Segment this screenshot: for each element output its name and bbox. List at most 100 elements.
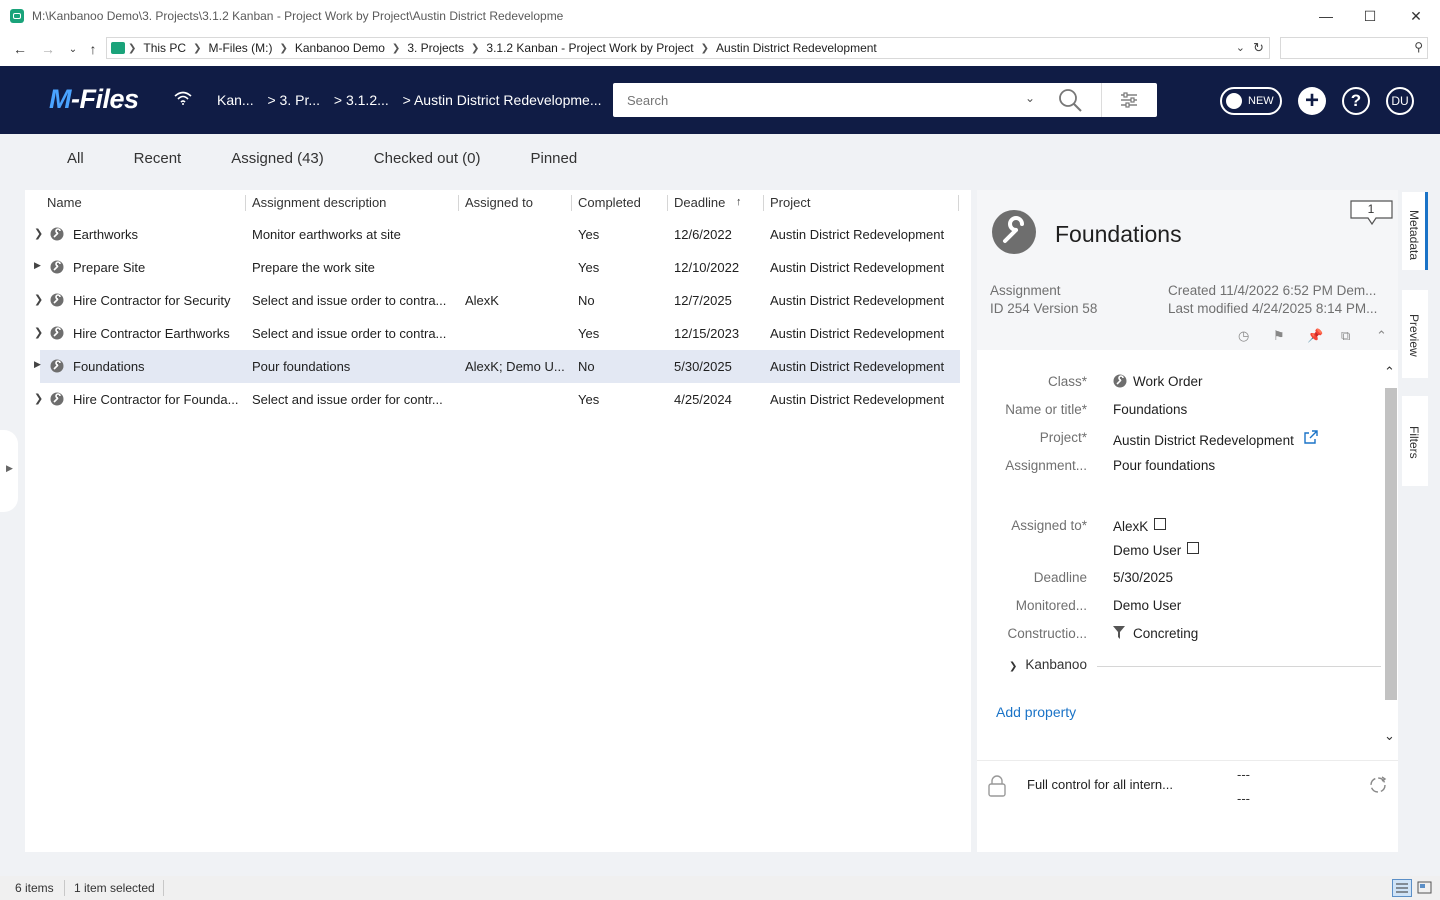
assignment-icon bbox=[50, 392, 64, 406]
forward-arrow-icon[interactable]: → bbox=[37, 38, 59, 60]
expand-chevron-icon[interactable]: ❯ bbox=[34, 293, 43, 306]
tab-recent[interactable]: Recent bbox=[134, 150, 182, 178]
tab-all[interactable]: All bbox=[67, 150, 84, 178]
scroll-down-icon[interactable]: ⌄ bbox=[1384, 728, 1395, 744]
header-crumb[interactable]: > 3. Pr... bbox=[267, 92, 320, 108]
address-crumb[interactable]: 3.1.2 Kanban - Project Work by Project bbox=[486, 41, 693, 55]
recent-dropdown-icon[interactable]: ⌄ bbox=[62, 38, 84, 60]
tab-pinned[interactable]: Pinned bbox=[531, 150, 578, 178]
explorer-search-input[interactable]: ⚲ bbox=[1280, 37, 1428, 59]
maximize-button[interactable]: ☐ bbox=[1347, 0, 1393, 32]
search-icon[interactable] bbox=[1057, 87, 1083, 113]
column-header-description[interactable]: Assignment description bbox=[252, 195, 386, 210]
property-value-monitored[interactable]: Demo User bbox=[1113, 598, 1181, 613]
table-row[interactable]: ❯ Hire Contractor Earthworks Select and … bbox=[34, 317, 960, 350]
property-group-kanbanoo[interactable]: ❯ Kanbanoo bbox=[1009, 657, 1087, 672]
header-crumb[interactable]: Kan... bbox=[217, 92, 254, 108]
close-button[interactable]: ✕ bbox=[1393, 0, 1439, 32]
column-header-deadline[interactable]: Deadline bbox=[674, 195, 725, 210]
tab-assigned[interactable]: Assigned (43) bbox=[231, 150, 324, 178]
workflow-icon[interactable] bbox=[1368, 775, 1388, 795]
property-value-name[interactable]: Foundations bbox=[1113, 402, 1187, 417]
comments-button[interactable]: 1 bbox=[1350, 200, 1394, 226]
row-assigned-to: AlexK; Demo U... bbox=[465, 359, 565, 374]
side-tab-metadata[interactable]: Metadata bbox=[1402, 192, 1428, 270]
row-project: Austin District Redevelopment bbox=[770, 227, 945, 242]
create-new-button[interactable]: + bbox=[1298, 87, 1326, 115]
window-titlebar: M:\Kanbanoo Demo\3. Projects\3.1.2 Kanba… bbox=[0, 0, 1440, 32]
property-value-assigned-to[interactable]: AlexK bbox=[1113, 518, 1167, 534]
property-value-assignment[interactable]: Pour foundations bbox=[1113, 458, 1215, 473]
external-link-icon[interactable] bbox=[1303, 430, 1318, 444]
history-icon[interactable]: ◷ bbox=[1238, 328, 1249, 344]
property-label: Constructio... bbox=[1007, 626, 1087, 641]
property-value-deadline[interactable]: 5/30/2025 bbox=[1113, 570, 1173, 585]
tab-checked-out[interactable]: Checked out (0) bbox=[374, 150, 481, 178]
details-view-icon[interactable] bbox=[1392, 879, 1412, 897]
property-value-construction[interactable]: Concreting bbox=[1113, 626, 1198, 641]
pin-icon[interactable]: 📌 bbox=[1307, 328, 1323, 344]
address-crumb[interactable]: 3. Projects bbox=[407, 41, 464, 55]
assignment-icon bbox=[50, 359, 64, 373]
preview-view-icon[interactable] bbox=[1415, 879, 1435, 897]
property-label: Monitored... bbox=[1015, 598, 1087, 613]
user-avatar[interactable]: DU bbox=[1386, 87, 1414, 115]
filter-settings-icon[interactable] bbox=[1120, 92, 1138, 108]
header-crumb[interactable]: > Austin District Redevelopme... bbox=[403, 92, 602, 108]
column-header-name[interactable]: Name bbox=[47, 195, 82, 210]
side-tab-filters[interactable]: Filters bbox=[1402, 396, 1428, 486]
help-button[interactable]: ? bbox=[1342, 87, 1370, 115]
row-description: Select and issue order to contra... bbox=[252, 326, 447, 341]
expand-triangle-icon[interactable]: ▶ bbox=[34, 260, 41, 271]
row-completed: Yes bbox=[578, 392, 600, 407]
back-arrow-icon[interactable]: ← bbox=[9, 38, 31, 60]
address-dropdown-icon[interactable]: ⌄ bbox=[1236, 41, 1245, 54]
refresh-icon[interactable]: ↻ bbox=[1253, 40, 1264, 56]
completion-checkbox[interactable] bbox=[1154, 518, 1167, 530]
flag-icon[interactable]: ⚑ bbox=[1273, 328, 1285, 344]
property-value-class[interactable]: Work Order bbox=[1113, 374, 1203, 389]
expand-chevron-icon[interactable]: ❯ bbox=[34, 326, 43, 339]
row-description: Select and issue order to contra... bbox=[252, 293, 447, 308]
completion-checkbox[interactable] bbox=[1187, 542, 1200, 554]
property-value-assigned-to[interactable]: Demo User bbox=[1113, 542, 1200, 558]
column-header-assigned-to[interactable]: Assigned to bbox=[465, 195, 533, 210]
add-property-link[interactable]: Add property bbox=[996, 704, 1076, 720]
left-pane-handle[interactable]: ▶ bbox=[0, 430, 18, 512]
table-row-selected[interactable]: ▶ Foundations Pour foundations AlexK; De… bbox=[34, 350, 960, 383]
column-header-project[interactable]: Project bbox=[770, 195, 810, 210]
row-name: Foundations bbox=[73, 359, 145, 374]
expand-chevron-icon[interactable]: ❯ bbox=[34, 392, 43, 405]
permissions-text[interactable]: Full control for all intern... bbox=[1027, 777, 1173, 792]
copy-icon[interactable]: ⧉ bbox=[1341, 328, 1350, 344]
header-crumb[interactable]: > 3.1.2... bbox=[334, 92, 389, 108]
scrollbar-thumb[interactable] bbox=[1385, 388, 1397, 700]
side-tab-preview[interactable]: Preview bbox=[1402, 290, 1428, 378]
expand-chevron-icon[interactable]: ❯ bbox=[34, 227, 43, 240]
address-crumb[interactable]: Austin District Redevelopment bbox=[716, 41, 877, 55]
row-project: Austin District Redevelopment bbox=[770, 392, 945, 407]
search-input[interactable] bbox=[613, 83, 1013, 117]
row-deadline: 4/25/2024 bbox=[674, 392, 732, 407]
address-crumb[interactable]: Kanbanoo Demo bbox=[295, 41, 385, 55]
row-project: Austin District Redevelopment bbox=[770, 326, 945, 341]
table-row[interactable]: ❯ Hire Contractor for Security Select an… bbox=[34, 284, 960, 317]
property-value-project[interactable]: Austin District Redevelopment bbox=[1113, 430, 1318, 448]
new-ui-toggle[interactable]: NEW bbox=[1220, 87, 1282, 115]
minimize-button[interactable]: — bbox=[1303, 0, 1349, 32]
column-header-completed[interactable]: Completed bbox=[578, 195, 641, 210]
row-description: Monitor earthworks at site bbox=[252, 227, 401, 242]
up-arrow-icon[interactable]: ↑ bbox=[82, 38, 104, 60]
table-row[interactable]: ❯ Hire Contractor for Founda... Select a… bbox=[34, 383, 960, 416]
collapse-chevron-icon[interactable]: ⌃ bbox=[1376, 328, 1387, 344]
status-bar: 6 items 1 item selected bbox=[0, 876, 1440, 900]
address-crumb[interactable]: M-Files (M:) bbox=[208, 41, 272, 55]
address-path[interactable]: ❯ This PC ❯ M-Files (M:) ❯ Kanbanoo Demo… bbox=[106, 37, 1270, 59]
address-crumb[interactable]: This PC bbox=[143, 41, 186, 55]
search-options-chevron-icon[interactable]: ⌄ bbox=[1025, 91, 1035, 105]
table-row[interactable]: ▶ Prepare Site Prepare the work site Yes… bbox=[34, 251, 960, 284]
table-row[interactable]: ❯ Earthworks Monitor earthworks at site … bbox=[34, 218, 960, 251]
scroll-up-icon[interactable]: ⌃ bbox=[1384, 364, 1395, 380]
folder-icon bbox=[111, 42, 125, 54]
expand-triangle-icon[interactable]: ▶ bbox=[34, 359, 41, 370]
